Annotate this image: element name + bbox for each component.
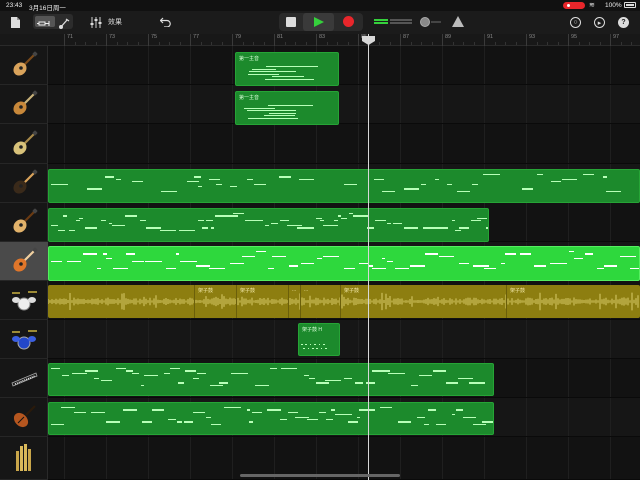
track-lane[interactable] <box>48 85 640 124</box>
output-level-meter <box>374 19 412 25</box>
battery-level: 100% <box>605 2 622 9</box>
view-segmented-control <box>33 14 73 29</box>
track-header[interactable] <box>0 320 48 359</box>
ruler-bar-label: 71 <box>64 34 73 46</box>
keyboard-icon <box>9 367 39 389</box>
electric-guitar-sunburst-icon <box>10 90 38 118</box>
midi-region[interactable] <box>48 208 489 242</box>
battery-icon <box>624 2 636 8</box>
region-name: 架子鼓 <box>510 288 526 294</box>
track-header[interactable] <box>0 242 48 281</box>
status-time: 23:43 <box>6 2 23 9</box>
region-name: ... <box>304 287 309 293</box>
track-header[interactable] <box>0 85 48 124</box>
ruler-bar-label: 97 <box>610 34 619 46</box>
track-lane[interactable] <box>48 320 640 359</box>
track-header[interactable] <box>0 398 48 437</box>
midi-region[interactable] <box>48 246 640 281</box>
help-icon[interactable]: ? <box>618 17 629 28</box>
ruler-bar-label: 95 <box>568 34 577 46</box>
timeline-ruler[interactable]: 7173757779818385878991939597 <box>48 34 640 46</box>
region-name: 架子鼓 <box>198 288 214 294</box>
master-volume-slider[interactable] <box>420 17 430 27</box>
midi-region[interactable]: 第一主音 <box>235 91 339 125</box>
drum-region-segment[interactable]: 架子鼓 <box>506 285 525 318</box>
track-header[interactable] <box>0 437 48 480</box>
audio-region-drums[interactable]: 架子鼓 架子鼓...... 架子鼓 架子鼓 <box>48 285 640 318</box>
ruler-bar-label: 93 <box>526 34 535 46</box>
loop-browser-icon[interactable]: ○ <box>570 17 581 28</box>
electric-guitar-dark-icon <box>10 169 38 197</box>
ruler-bar-label: 77 <box>190 34 199 46</box>
track-header[interactable] <box>0 203 48 242</box>
drum-region-segment[interactable]: ... <box>300 285 308 318</box>
ruler-bar-label: 89 <box>442 34 451 46</box>
playhead[interactable] <box>368 34 369 480</box>
ruler-bar-label: 83 <box>316 34 325 46</box>
acoustic-guitar-2-icon <box>10 208 38 236</box>
region-name: 架子鼓 H <box>302 327 323 333</box>
status-bar: 23:43 3月16日周一 ≋ 100% <box>0 0 640 12</box>
acoustic-guitar-icon <box>10 51 38 79</box>
drum-region-segment[interactable]: 架子鼓 <box>340 285 359 318</box>
volume-track <box>431 21 441 23</box>
violin-icon <box>10 403 38 431</box>
track-header[interactable] <box>0 281 48 320</box>
ruler-bar-label: 75 <box>148 34 157 46</box>
drum-region-segment[interactable]: 架子鼓 <box>236 285 255 318</box>
region-name: 架子鼓 <box>240 288 256 294</box>
blue-drum-kit-icon <box>10 327 38 351</box>
electric-guitar-gold-icon <box>10 130 38 158</box>
ruler-bar-label: 91 <box>484 34 493 46</box>
midi-region[interactable] <box>48 363 494 396</box>
metronome-icon[interactable] <box>452 16 464 27</box>
track-header[interactable] <box>0 164 48 203</box>
region-name: 第一主音 <box>239 95 260 101</box>
drum-region-segment[interactable]: ... <box>288 285 296 318</box>
ruler-bar-label: 87 <box>400 34 409 46</box>
record-button[interactable] <box>343 16 354 27</box>
region-name: ... <box>292 287 297 293</box>
track-header[interactable] <box>0 46 48 85</box>
wifi-icon: ≋ <box>589 2 595 9</box>
organ-pipes-icon <box>15 443 33 473</box>
midi-region[interactable] <box>48 169 640 203</box>
toolbar: 效果 ○ ▸ ? <box>0 11 640 34</box>
drum-region-segment[interactable]: 架子鼓 <box>194 285 213 318</box>
fx-label[interactable]: 效果 <box>108 17 122 27</box>
ruler-bar-label: 81 <box>274 34 283 46</box>
recording-indicator <box>563 2 585 9</box>
track-lane[interactable] <box>48 46 640 85</box>
track-header[interactable] <box>0 359 48 398</box>
play-button[interactable] <box>303 13 334 31</box>
electric-guitar-orange-icon <box>10 247 38 275</box>
track-controls-icon[interactable] <box>58 16 71 29</box>
ruler-bar-label: 79 <box>232 34 241 46</box>
track-headers <box>0 34 48 480</box>
tracks-view-icon[interactable] <box>35 16 55 27</box>
track-header[interactable] <box>0 124 48 164</box>
region-name: 第一主音 <box>239 56 260 62</box>
tracks-area[interactable]: 第一主音 第一主音 架子鼓 架子鼓...... 架子鼓 架子鼓 架子鼓 H <box>48 46 640 480</box>
midi-region[interactable] <box>48 402 494 435</box>
midi-region[interactable]: 第一主音 <box>235 52 339 86</box>
my-songs-icon[interactable] <box>8 15 22 29</box>
undo-icon[interactable] <box>158 15 172 29</box>
track-lane[interactable] <box>48 124 640 164</box>
midi-region[interactable]: 架子鼓 H <box>298 323 340 356</box>
stop-icon[interactable] <box>286 17 296 27</box>
settings-icon[interactable]: ▸ <box>594 17 605 28</box>
drum-kit-icon <box>10 288 38 312</box>
ruler-bar-label: 73 <box>106 34 115 46</box>
mixer-eq-icon[interactable] <box>88 15 104 29</box>
region-name: 架子鼓 <box>344 288 360 294</box>
home-indicator[interactable] <box>240 474 400 477</box>
